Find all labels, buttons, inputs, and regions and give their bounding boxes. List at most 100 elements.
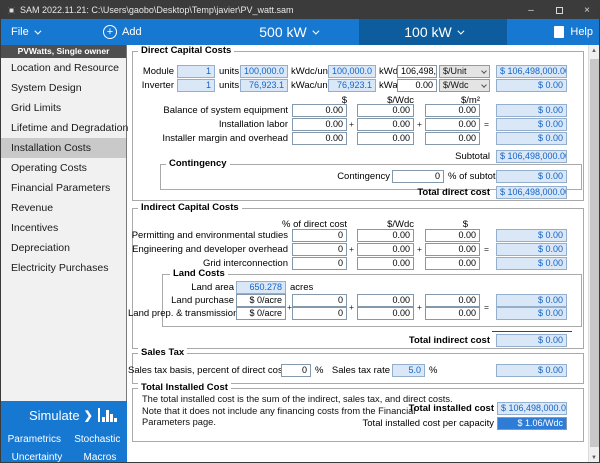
module-amount-field: $ 106,498,000.00 bbox=[496, 65, 567, 78]
margin-per-wdc-input[interactable]: 0.00 bbox=[357, 132, 414, 145]
land-prep-per-wdc-input[interactable]: 0.00 bbox=[357, 307, 414, 320]
scroll-up-arrow[interactable]: ▲ bbox=[589, 45, 599, 57]
case-tab-100kw-selected[interactable]: 100 kW bbox=[359, 19, 507, 45]
total-installed-cost-title: Total Installed Cost bbox=[138, 382, 231, 393]
histogram-icon bbox=[98, 408, 117, 422]
close-button[interactable]: × bbox=[573, 1, 599, 19]
module-total-size-field: 100,000.0 bbox=[328, 65, 376, 78]
land-prep-rate-input[interactable]: $ 0/acre bbox=[236, 307, 286, 320]
sidebar-item-financial-parameters[interactable]: Financial Parameters bbox=[1, 178, 126, 198]
case-tab-500kw[interactable]: 500 kW bbox=[219, 19, 357, 45]
sidebar-item-operating-costs[interactable]: Operating Costs bbox=[1, 158, 126, 178]
total-direct-cost-label: Total direct cost bbox=[417, 187, 490, 198]
bos-dollar-input[interactable]: 0.00 bbox=[292, 104, 347, 117]
help-button[interactable]: Help bbox=[554, 19, 593, 45]
minimize-button[interactable]: – bbox=[517, 1, 545, 19]
land-purchase-amount-field: $ 0.00 bbox=[496, 294, 567, 307]
plus-operator: + bbox=[349, 244, 354, 254]
simulate-button[interactable]: Simulate ❯ bbox=[1, 401, 127, 427]
sidebar-item-system-design[interactable]: System Design bbox=[1, 78, 126, 98]
chevron-down-icon bbox=[481, 68, 487, 74]
module-size-field: 100,000.0 bbox=[240, 65, 288, 78]
margin-amount-field: $ 0.00 bbox=[496, 132, 567, 145]
labor-per-m2-input[interactable]: 0.00 bbox=[425, 118, 480, 131]
sidebar-item-incentives[interactable]: Incentives bbox=[1, 218, 126, 238]
inverter-cost-unit-dropdown[interactable]: $/Wdc bbox=[439, 79, 490, 92]
land-area-unit: acres bbox=[290, 282, 314, 293]
chevron-down-icon bbox=[34, 27, 42, 35]
bos-equipment-label: Balance of system equipment bbox=[163, 105, 288, 116]
simulate-label: Simulate bbox=[29, 407, 80, 423]
engineering-pct-input[interactable]: 0 bbox=[292, 243, 347, 256]
contingency-input[interactable]: 0 bbox=[392, 170, 444, 183]
land-purchase-dollar-input[interactable]: 0.00 bbox=[425, 294, 480, 307]
add-button-label: Add bbox=[122, 26, 142, 38]
engineering-amount-field: $ 0.00 bbox=[496, 243, 567, 256]
parametrics-button[interactable]: Parametrics bbox=[8, 434, 61, 445]
scrollbar-thumb[interactable] bbox=[590, 59, 599, 447]
bos-per-m2-input[interactable]: 0.00 bbox=[425, 104, 480, 117]
module-cost-unit-dropdown[interactable]: $/Unit bbox=[439, 65, 490, 78]
inverter-units-unit: units bbox=[219, 80, 240, 91]
labor-per-wdc-input[interactable]: 0.00 bbox=[357, 118, 414, 131]
land-prep-pct-input[interactable]: 0 bbox=[292, 307, 347, 320]
installation-labor-label: Installation labor bbox=[218, 119, 288, 130]
labor-dollar-input[interactable]: 0.00 bbox=[292, 118, 347, 131]
plus-operator: + bbox=[417, 302, 422, 312]
sidebar-item-installation-costs[interactable]: Installation Costs bbox=[1, 138, 126, 158]
bos-per-wdc-input[interactable]: 0.00 bbox=[357, 104, 414, 117]
grid-per-wdc-input[interactable]: 0.00 bbox=[357, 257, 414, 270]
sales-tax-basis-label: Sales tax basis, percent of direct cost bbox=[128, 365, 286, 376]
installer-margin-label: Installer margin and overhead bbox=[162, 133, 288, 144]
total-installed-cost-field: $ 106,498,000.00 bbox=[497, 402, 567, 415]
sidebar-item-depreciation[interactable]: Depreciation bbox=[1, 238, 126, 258]
sidebar-item-electricity-purchases[interactable]: Electricity Purchases bbox=[1, 258, 126, 278]
margin-per-m2-input[interactable]: 0.00 bbox=[425, 132, 480, 145]
module-cost-unit-value: $/Unit bbox=[443, 66, 467, 76]
grid-dollar-input[interactable]: 0.00 bbox=[425, 257, 480, 270]
simulate-panel: Simulate ❯ Parametrics Stochastic Uncert… bbox=[1, 401, 127, 462]
maximize-icon bbox=[555, 6, 563, 14]
sidebar-item-location-and-resource[interactable]: Location and Resource bbox=[1, 58, 126, 78]
land-prep-dollar-input[interactable]: 0.00 bbox=[425, 307, 480, 320]
inverter-size-field: 76,923.1 bbox=[240, 79, 288, 92]
total-indirect-cost-label: Total indirect cost bbox=[408, 335, 490, 346]
grid-pct-input[interactable]: 0 bbox=[292, 257, 347, 270]
chevron-down-icon bbox=[312, 27, 320, 35]
subtotal-field: $ 106,498,000.00 bbox=[496, 150, 567, 163]
module-cost-input[interactable]: 106,498,000.00 bbox=[397, 65, 437, 78]
inverter-total-size-field: 76,923.1 bbox=[328, 79, 376, 92]
macros-button[interactable]: Macros bbox=[84, 452, 117, 462]
permitting-amount-field: $ 0.00 bbox=[496, 229, 567, 242]
sidebar-item-grid-limits[interactable]: Grid Limits bbox=[1, 98, 126, 118]
subtotal-label: Subtotal bbox=[455, 151, 490, 162]
land-purchase-label: Land purchase bbox=[171, 295, 234, 306]
engineering-dollar-input[interactable]: 0.00 bbox=[425, 243, 480, 256]
maximize-button[interactable] bbox=[545, 1, 573, 19]
land-prep-label: Land prep. & transmission bbox=[128, 308, 239, 319]
labor-amount-field: $ 0.00 bbox=[496, 118, 567, 131]
title-bar: SAM 2022.11.21: C:\Users\gaobo\Desktop\T… bbox=[1, 1, 599, 19]
land-area-label: Land area bbox=[191, 282, 234, 293]
sidebar-item-lifetime-and-degradation[interactable]: Lifetime and Degradation bbox=[1, 118, 128, 138]
permitting-per-wdc-input[interactable]: 0.00 bbox=[357, 229, 414, 242]
land-purchase-per-wdc-input[interactable]: 0.00 bbox=[357, 294, 414, 307]
stochastic-button[interactable]: Stochastic bbox=[74, 434, 120, 445]
engineering-per-wdc-input[interactable]: 0.00 bbox=[357, 243, 414, 256]
inverter-cost-input[interactable]: 0.00 bbox=[397, 79, 437, 92]
uncertainty-button[interactable]: Uncertainty bbox=[12, 452, 63, 462]
installation-costs-page: Direct Capital Costs Module 1 units 100,… bbox=[128, 45, 589, 462]
land-purchase-pct-input[interactable]: 0 bbox=[292, 294, 347, 307]
permitting-pct-input[interactable]: 0 bbox=[292, 229, 347, 242]
add-case-button[interactable]: + Add bbox=[103, 19, 142, 45]
indirect-capital-costs-title: Indirect Capital Costs bbox=[138, 202, 242, 213]
sidebar-item-revenue[interactable]: Revenue bbox=[1, 198, 126, 218]
permitting-dollar-input[interactable]: 0.00 bbox=[425, 229, 480, 242]
vertical-scrollbar[interactable]: ▲ ▼ bbox=[588, 45, 599, 462]
inverter-size-unit: kWac/unit bbox=[291, 80, 333, 91]
margin-dollar-input[interactable]: 0.00 bbox=[292, 132, 347, 145]
module-units-unit: units bbox=[219, 66, 240, 77]
land-purchase-rate-input[interactable]: $ 0/acre bbox=[236, 294, 286, 307]
file-menu[interactable]: File bbox=[11, 19, 42, 45]
scroll-down-arrow[interactable]: ▼ bbox=[589, 452, 599, 462]
